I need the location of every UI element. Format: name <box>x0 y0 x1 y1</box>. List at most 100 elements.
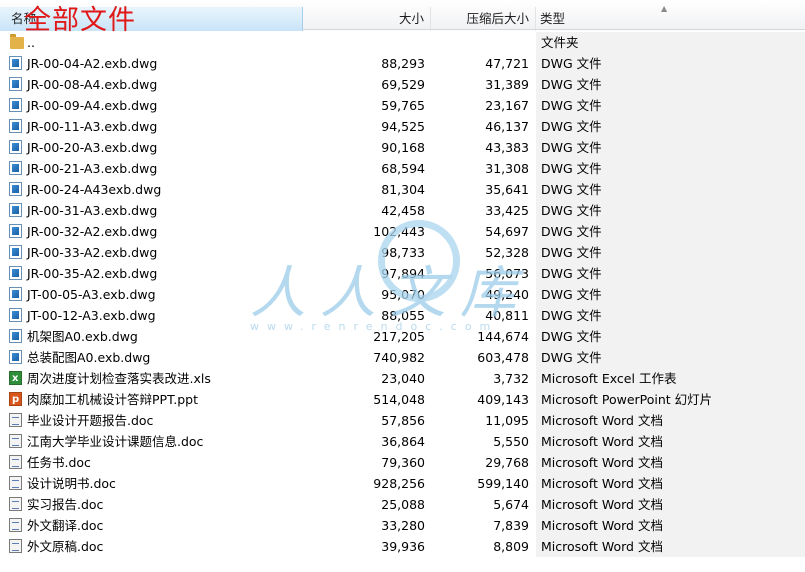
word-file-icon <box>9 518 22 532</box>
file-compressed-size: 31,308 <box>485 161 529 176</box>
file-type: DWG 文件 <box>536 305 805 326</box>
file-size: 217,205 <box>373 329 425 344</box>
file-name-cell: JR-00-09-A4.exb.dwg <box>0 95 303 116</box>
file-row[interactable]: 周次进度计划检查落实表改进.xls 23,040 3,732 Microsoft Ex… <box>0 368 805 389</box>
file-compressed-size: 31,389 <box>485 77 529 92</box>
file-name: JT-00-12-A3.exb.dwg <box>27 308 156 323</box>
file-row[interactable]: JT-00-05-A3.exb.dwg 95,070 49,240 DWG 文件 <box>0 284 805 305</box>
dwg-file-icon <box>9 98 22 112</box>
file-row[interactable]: JR-00-33-A2.exb.dwg 98,733 52,328 DWG 文件 <box>0 242 805 263</box>
file-compressed-size: 40,811 <box>485 308 529 323</box>
file-compressed-size: 52,328 <box>485 245 529 260</box>
file-row[interactable]: 总装配图A0.exb.dwg 740,982 603,478 DWG 文件 <box>0 347 805 368</box>
word-file-icon <box>9 455 22 469</box>
file-size <box>303 32 425 53</box>
file-compressed-size: 3,732 <box>493 371 529 386</box>
file-compressed-size: 49,240 <box>485 287 529 302</box>
column-header-size[interactable]: 大小 <box>303 7 431 31</box>
file-name-cell: 周次进度计划检查落实表改进.xls <box>0 368 303 389</box>
file-row[interactable]: 设计说明书.doc 928,256 599,140 Microsoft Word 文档 <box>0 473 805 494</box>
file-row[interactable]: JR-00-04-A2.exb.dwg 88,293 47,721 DWG 文件 <box>0 53 805 74</box>
file-name: 外文翻译.doc <box>27 518 104 533</box>
file-name: .. <box>27 35 35 50</box>
file-row[interactable]: JR-00-08-A4.exb.dwg 69,529 31,389 DWG 文件 <box>0 74 805 95</box>
file-row[interactable]: JR-00-20-A3.exb.dwg 90,168 43,383 DWG 文件 <box>0 137 805 158</box>
file-name: JR-00-24-A43exb.dwg <box>27 182 162 197</box>
file-row[interactable]: 毕业设计开题报告.doc 57,856 11,095 Microsoft Word 文… <box>0 410 805 431</box>
file-row[interactable]: JR-00-35-A2.exb.dwg 97,894 56,073 DWG 文件 <box>0 263 805 284</box>
file-name-cell: JR-00-20-A3.exb.dwg <box>0 137 303 158</box>
file-row[interactable]: 外文原稿.doc 39,936 8,809 Microsoft Word 文档 <box>0 536 805 557</box>
file-row[interactable]: 江南大学毕业设计课题信息.doc 36,864 5,550 Microsoft Wor… <box>0 431 805 452</box>
file-name: 实习报告.doc <box>27 497 104 512</box>
file-compressed-size: 43,383 <box>485 140 529 155</box>
file-size: 88,293 <box>381 56 425 71</box>
file-type: DWG 文件 <box>536 179 805 200</box>
file-name: JR-00-31-A3.exb.dwg <box>27 203 158 218</box>
file-name: JR-00-35-A2.exb.dwg <box>27 266 158 281</box>
file-type: DWG 文件 <box>536 347 805 368</box>
file-type: Microsoft Excel 工作表 <box>536 368 805 389</box>
file-row[interactable]: JR-00-11-A3.exb.dwg 94,525 46,137 DWG 文件 <box>0 116 805 137</box>
file-compressed-size: 46,137 <box>485 119 529 134</box>
dwg-file-icon <box>9 287 22 301</box>
file-type: DWG 文件 <box>536 158 805 179</box>
file-compressed-size <box>431 32 529 53</box>
file-name-cell: JT-00-12-A3.exb.dwg <box>0 305 303 326</box>
file-size: 740,982 <box>373 350 425 365</box>
word-file-icon <box>9 497 22 511</box>
file-row[interactable]: JT-00-12-A3.exb.dwg 88,055 40,811 DWG 文件 <box>0 305 805 326</box>
file-row[interactable]: JR-00-24-A43exb.dwg 81,304 35,641 DWG 文件 <box>0 179 805 200</box>
file-name: JR-00-33-A2.exb.dwg <box>27 245 158 260</box>
file-name-cell: 任务书.doc <box>0 452 303 473</box>
file-name: JT-00-05-A3.exb.dwg <box>27 287 156 302</box>
file-row[interactable]: 任务书.doc 79,360 29,768 Microsoft Word 文档 <box>0 452 805 473</box>
file-size: 36,864 <box>381 434 425 449</box>
file-size: 68,594 <box>381 161 425 176</box>
file-row[interactable]: 肉糜加工机械设计答辩PPT.ppt 514,048 409,143 Microsoft… <box>0 389 805 410</box>
file-size: 95,070 <box>381 287 425 302</box>
file-name: JR-00-04-A2.exb.dwg <box>27 56 158 71</box>
file-compressed-size: 5,550 <box>493 434 529 449</box>
file-type: DWG 文件 <box>536 200 805 221</box>
dwg-file-icon <box>9 56 22 70</box>
word-file-icon <box>9 413 22 427</box>
word-file-icon <box>9 476 22 490</box>
column-header-compressed-size[interactable]: 压缩后大小 <box>431 7 536 31</box>
file-name-cell: 实习报告.doc <box>0 494 303 515</box>
file-row[interactable]: 机架图A0.exb.dwg 217,205 144,674 DWG 文件 <box>0 326 805 347</box>
file-name: 肉糜加工机械设计答辩PPT.ppt <box>27 392 198 407</box>
file-row[interactable]: 实习报告.doc 25,088 5,674 Microsoft Word 文档 <box>0 494 805 515</box>
column-header-type[interactable]: 类型 <box>536 7 805 31</box>
file-type: Microsoft Word 文档 <box>536 410 805 431</box>
file-name-cell: JR-00-32-A2.exb.dwg <box>0 221 303 242</box>
file-size: 59,765 <box>381 98 425 113</box>
file-compressed-size: 33,425 <box>485 203 529 218</box>
file-row[interactable]: JR-00-09-A4.exb.dwg 59,765 23,167 DWG 文件 <box>0 95 805 116</box>
file-name: 任务书.doc <box>27 455 91 470</box>
file-list: .. 文件夹 JR-00-04-A2.exb.dwg 88,293 47,721 DWG … <box>0 32 805 557</box>
file-compressed-size: 144,674 <box>477 329 529 344</box>
dwg-file-icon <box>9 329 22 343</box>
file-row[interactable]: JR-00-21-A3.exb.dwg 68,594 31,308 DWG 文件 <box>0 158 805 179</box>
column-header: 名称 大小 压缩后大小 类型 ▲ 全部文件 <box>0 0 805 36</box>
file-name: 机架图A0.exb.dwg <box>27 329 138 344</box>
file-type: DWG 文件 <box>536 242 805 263</box>
file-size: 39,936 <box>381 539 425 554</box>
file-name: JR-00-20-A3.exb.dwg <box>27 140 158 155</box>
excel-file-icon <box>9 368 22 389</box>
file-size: 94,525 <box>381 119 425 134</box>
file-compressed-size: 56,073 <box>485 266 529 281</box>
file-name: JR-00-08-A4.exb.dwg <box>27 77 158 92</box>
file-size: 23,040 <box>381 371 425 386</box>
file-row[interactable]: .. 文件夹 <box>0 32 805 53</box>
file-row[interactable]: JR-00-31-A3.exb.dwg 42,458 33,425 DWG 文件 <box>0 200 805 221</box>
file-row[interactable]: 外文翻译.doc 33,280 7,839 Microsoft Word 文档 <box>0 515 805 536</box>
dwg-file-icon <box>9 350 22 364</box>
file-row[interactable]: JR-00-32-A2.exb.dwg 102,443 54,697 DWG 文件 <box>0 221 805 242</box>
dwg-file-icon <box>9 182 22 196</box>
file-name-cell: JR-00-24-A43exb.dwg <box>0 179 303 200</box>
file-size: 90,168 <box>381 140 425 155</box>
file-type: Microsoft Word 文档 <box>536 536 805 557</box>
file-name: 江南大学毕业设计课题信息.doc <box>27 434 204 449</box>
